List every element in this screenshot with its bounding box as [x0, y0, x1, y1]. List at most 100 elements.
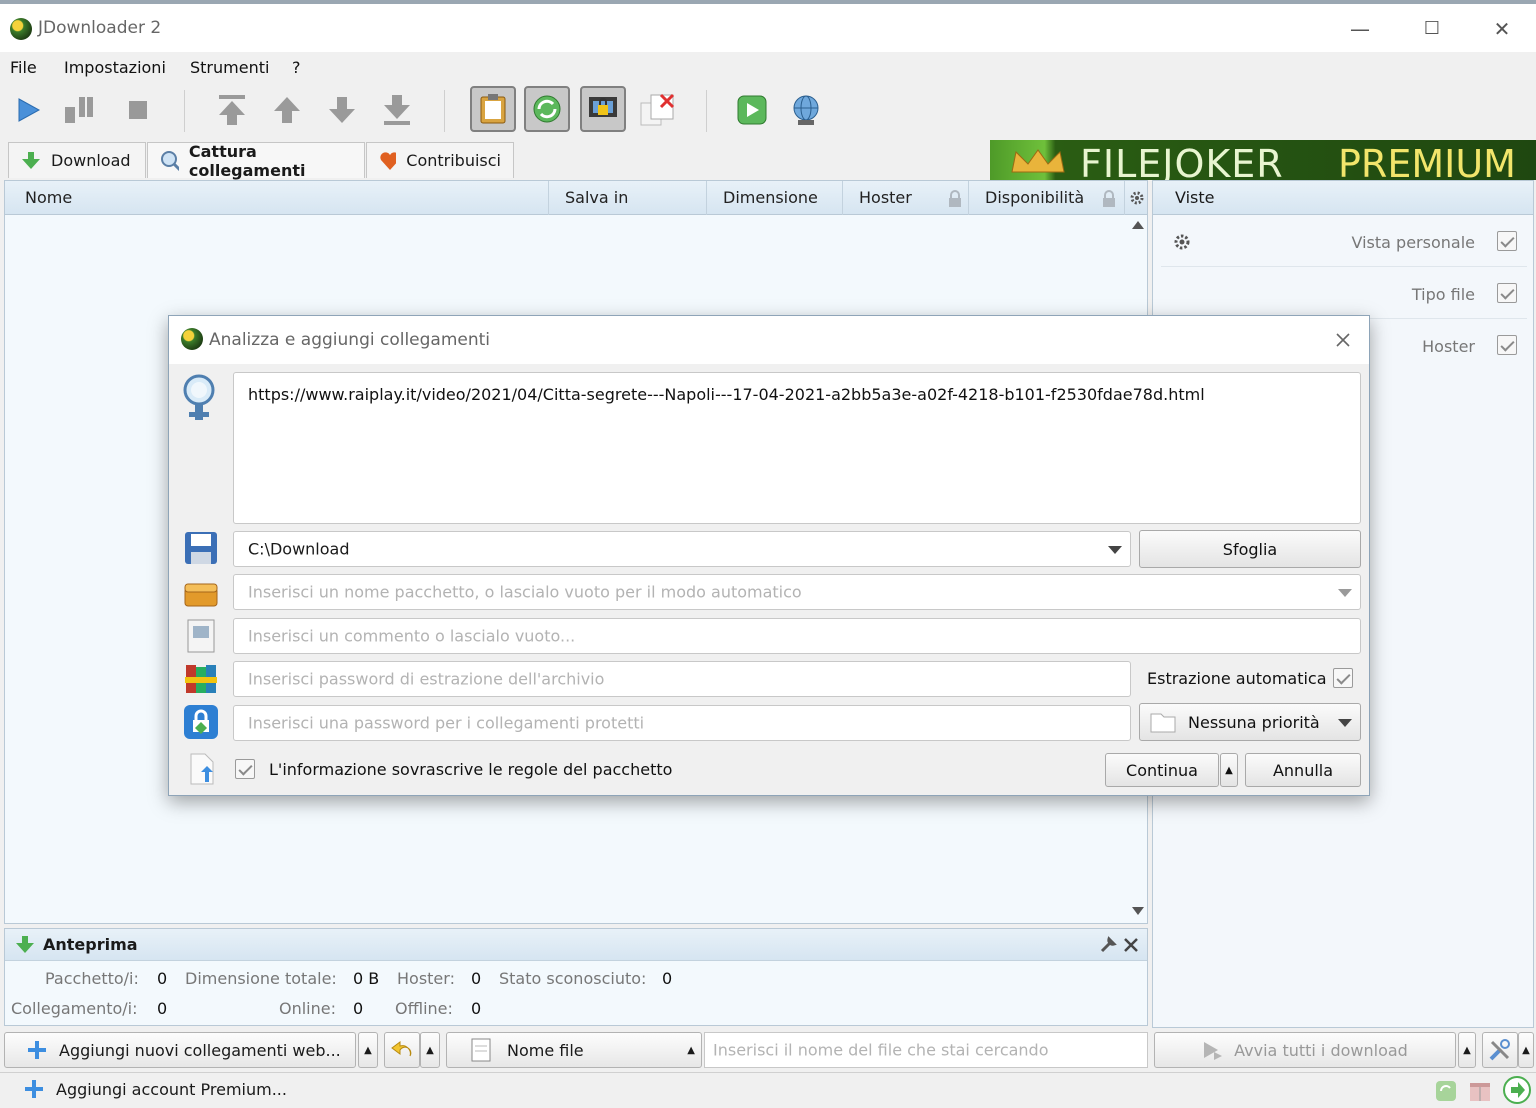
tab-linkgrabber[interactable]: Cattura collegamenti — [147, 141, 365, 180]
priority-file-icon — [1150, 713, 1176, 733]
continue-options-button[interactable]: ▲ — [1220, 753, 1238, 787]
package-name-input[interactable]: Inserisci un nome pacchetto, o lascialo … — [233, 574, 1361, 610]
column-size[interactable]: Dimensione — [707, 181, 843, 215]
move-down-icon[interactable] — [322, 90, 362, 130]
save-to-dropdown[interactable]: C:\Download — [233, 531, 1131, 567]
floppy-disk-icon — [185, 532, 217, 564]
sort-field-dropdown[interactable]: Nome file ▲ — [446, 1032, 702, 1068]
links-textarea[interactable]: https://www.raiplay.it/video/2021/04/Cit… — [233, 372, 1361, 524]
browse-button[interactable]: Sfoglia — [1139, 530, 1361, 568]
tab-contribute-label: Contribuisci — [406, 151, 501, 170]
unknown-status-value: 0 — [662, 969, 673, 988]
add-links-menu-button[interactable]: ▲ — [358, 1032, 378, 1068]
view-custom-label: Vista personale — [1351, 233, 1475, 252]
maximize-button[interactable]: ☐ — [1412, 14, 1452, 44]
package-name-placeholder: Inserisci un nome pacchetto, o lascialo … — [248, 582, 802, 602]
add-links-button[interactable]: Aggiungi nuovi collegamenti web... — [4, 1032, 356, 1068]
overwrite-rules-checkbox[interactable] — [235, 759, 255, 779]
main-tabs: Download Cattura collegamenti Contribuis… — [0, 140, 990, 180]
wrench-icon[interactable] — [1099, 936, 1117, 954]
view-row-custom[interactable]: Vista personale — [1161, 217, 1527, 267]
move-bottom-icon[interactable] — [377, 90, 417, 130]
scroll-down-icon[interactable] — [1132, 907, 1144, 915]
packages-label: Pacchetto/i: — [45, 969, 139, 988]
search-input[interactable]: Inserisci il nome del file che stai cerc… — [704, 1032, 1148, 1068]
menu-tools[interactable]: Strumenti — [190, 58, 269, 77]
tab-contribute[interactable]: Contribuisci — [366, 142, 514, 178]
undo-button[interactable] — [384, 1032, 420, 1068]
gear-icon[interactable] — [1173, 233, 1191, 251]
total-size-value: 0 B — [353, 969, 380, 988]
dialog-close-icon[interactable] — [1335, 332, 1351, 348]
package-box-icon — [184, 583, 218, 607]
next-arrow-icon[interactable] — [1502, 1075, 1532, 1105]
reconnect-globe-icon[interactable] — [786, 90, 826, 130]
view-hoster-checkbox[interactable] — [1497, 335, 1517, 355]
auto-extract-checkbox[interactable] — [1333, 668, 1353, 688]
auto-reconnect-icon[interactable] — [524, 86, 570, 132]
dialog-title: Analizza e aggiungi collegamenti — [209, 330, 491, 350]
view-row-filetype[interactable]: Tipo file — [1161, 269, 1527, 319]
view-filetype-label: Tipo file — [1411, 285, 1475, 304]
total-size-label: Dimensione totale: — [185, 969, 337, 988]
settings-tools-menu-button[interactable]: ▲ — [1518, 1032, 1534, 1068]
filejoker-premium-banner[interactable]: FILEJOKER PREMIUM — [990, 140, 1536, 180]
menu-bar: File Impostazioni Strumenti ? — [0, 52, 1536, 84]
preview-header: Anteprima — [5, 929, 1147, 961]
premium-lock-icon[interactable] — [580, 86, 626, 132]
cancel-button[interactable]: Annulla — [1245, 753, 1361, 787]
magnifier-icon — [161, 150, 179, 171]
pause-icon[interactable] — [58, 90, 98, 130]
undo-arrow-icon — [391, 1041, 412, 1057]
start-all-menu-button[interactable]: ▲ — [1458, 1032, 1476, 1068]
views-header: Viste — [1153, 181, 1533, 215]
online-label: Online: — [279, 999, 336, 1018]
stop-icon[interactable] — [118, 90, 158, 130]
close-button[interactable]: ✕ — [1482, 14, 1522, 44]
menu-settings[interactable]: Impostazioni — [64, 58, 166, 77]
archive-status-icon[interactable] — [1468, 1079, 1492, 1103]
title-bar: JDownloader 2 — ☐ ✕ — [0, 0, 1536, 52]
bottom-bar: Aggiungi nuovi collegamenti web... ▲ ▲ N… — [0, 1030, 1536, 1070]
add-premium-account-link[interactable]: Aggiungi account Premium... — [24, 1079, 287, 1099]
reconnect-status-icon[interactable] — [1434, 1079, 1458, 1103]
plus-icon — [28, 1041, 46, 1059]
links-label: Collegamento/i: — [11, 999, 138, 1018]
start-all-downloads-button[interactable]: Avvia tutti i download — [1154, 1032, 1456, 1068]
scroll-up-icon[interactable] — [1132, 221, 1144, 229]
continue-button[interactable]: Continua — [1105, 753, 1219, 787]
move-up-icon[interactable] — [267, 90, 307, 130]
archive-books-icon — [185, 665, 217, 693]
clipboard-monitor-icon[interactable] — [470, 86, 516, 132]
silent-mode-icon[interactable] — [638, 90, 678, 130]
view-filetype-checkbox[interactable] — [1497, 283, 1517, 303]
add-premium-account-label: Aggiungi account Premium... — [56, 1079, 287, 1099]
undo-menu-button[interactable]: ▲ — [420, 1032, 440, 1068]
toolbar — [0, 84, 1536, 138]
column-settings-gear-icon[interactable] — [1129, 190, 1145, 210]
start-all-label: Avvia tutti i download — [1234, 1040, 1408, 1060]
comment-input[interactable]: Inserisci un commento o lascialo vuoto..… — [233, 618, 1361, 654]
download-arrow-icon — [22, 151, 40, 169]
priority-dropdown[interactable]: Nessuna priorità — [1139, 703, 1361, 741]
settings-tools-button[interactable] — [1482, 1032, 1518, 1068]
minimize-button[interactable]: — — [1340, 14, 1380, 44]
update-icon[interactable] — [732, 90, 772, 130]
file-rules-icon — [190, 753, 214, 785]
move-top-icon[interactable] — [212, 90, 252, 130]
search-links-icon — [183, 374, 215, 420]
tab-linkgrabber-label: Cattura collegamenti — [188, 141, 306, 180]
extraction-password-input[interactable]: Inserisci password di estrazione dell'ar… — [233, 661, 1131, 697]
column-save-to[interactable]: Salva in — [549, 181, 707, 215]
save-to-arrow-icon — [1108, 546, 1122, 554]
preview-panel: Anteprima Pacchetto/i: 0 Dimensione tota… — [4, 928, 1148, 1026]
menu-help[interactable]: ? — [292, 58, 301, 77]
play-icon[interactable] — [8, 90, 48, 130]
link-password-input[interactable]: Inserisci una password per i collegament… — [233, 705, 1131, 741]
tab-download[interactable]: Download — [8, 142, 146, 178]
close-icon[interactable] — [1123, 937, 1139, 953]
view-custom-checkbox[interactable] — [1497, 231, 1517, 251]
column-name[interactable]: Nome — [5, 181, 549, 215]
menu-file[interactable]: File — [10, 58, 37, 77]
toolbar-separator — [444, 90, 445, 132]
